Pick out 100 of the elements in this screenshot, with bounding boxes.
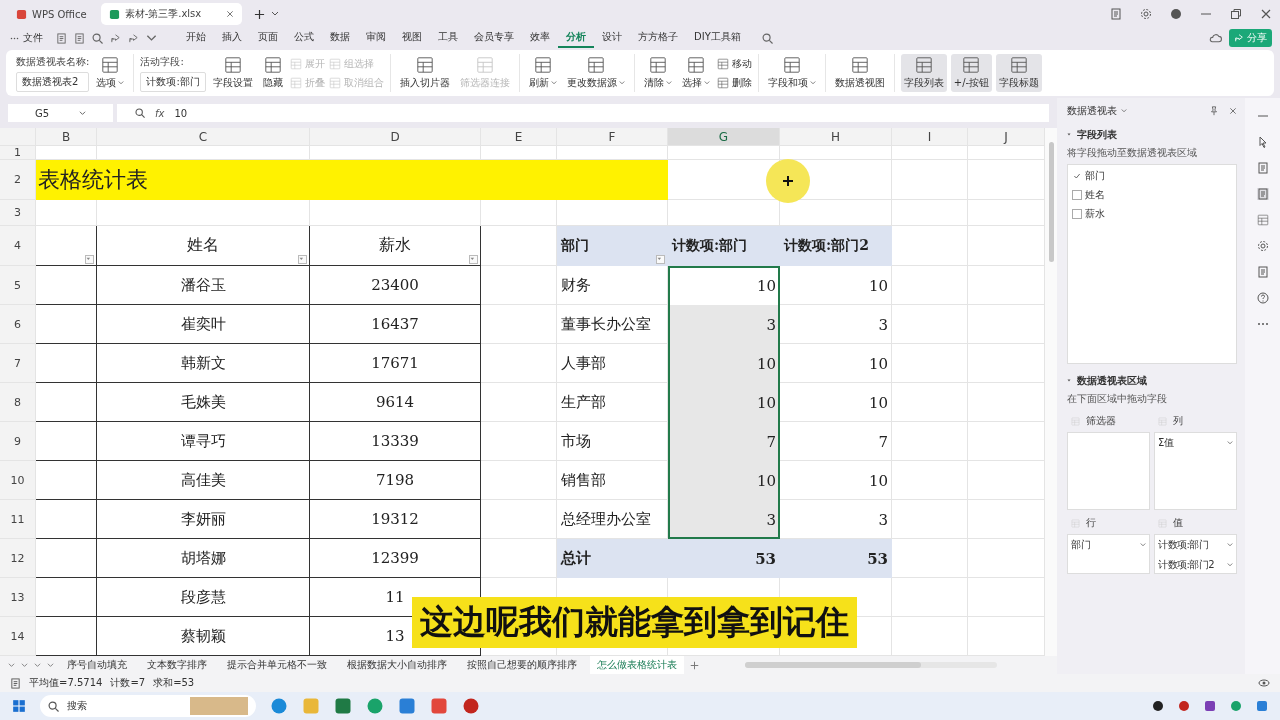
restore-icon[interactable] [1230,8,1242,20]
menu-tab[interactable]: 分析 [558,28,594,48]
menu-tab[interactable]: 方方格子 [630,28,686,48]
ribbon-command[interactable]: 数据透视图 [831,54,888,92]
close-icon[interactable] [1229,107,1237,115]
sheet-tab[interactable]: 怎么做表格统计表 [590,656,684,674]
row-header[interactable]: 1 [0,146,36,160]
close-icon[interactable] [1260,8,1272,20]
start-icon[interactable] [12,699,26,713]
avatar-icon[interactable] [1170,8,1182,20]
name-box[interactable]: G5 [8,104,113,122]
sheet-tab[interactable]: 根据数据大小自动排序 [340,656,454,674]
ribbon-command[interactable]: 更改数据源 [563,54,628,92]
new-tab-icon[interactable] [253,8,265,20]
column-header[interactable]: C [97,128,310,146]
next-sheet-icon[interactable] [34,661,41,669]
filter-dropdown-icon[interactable] [656,255,665,264]
section-toggle[interactable]: 数据透视表区域 [1067,374,1237,388]
window-tab[interactable]: 素材-第三季.xlsx [100,3,242,25]
menu-tab[interactable]: 设计 [594,28,630,48]
menu-tab[interactable]: 开始 [178,28,214,48]
pin-icon[interactable] [1209,106,1219,116]
ribbon-command[interactable]: 字段和项 [764,54,819,92]
checkbox[interactable] [1072,190,1082,200]
input-field[interactable]: 数据透视表2 [16,71,90,92]
ribbon-command[interactable]: 插入切片器 [396,54,453,92]
column-header[interactable]: J [968,128,1045,146]
row-header[interactable]: 3 [0,200,36,226]
ribbon-command[interactable]: 隐藏 [259,54,286,92]
last-sheet-icon[interactable] [47,661,54,669]
ribbon-command[interactable]: 选项 [93,54,128,92]
record-icon[interactable] [1178,700,1190,712]
row-header[interactable]: 7 [0,344,36,383]
section-toggle[interactable]: 字段列表 [1067,128,1237,142]
field-label[interactable]: 部门 [1085,169,1105,183]
field-label[interactable]: 姓名 [1085,188,1105,202]
menu-tab[interactable]: 插入 [214,28,250,48]
row-header[interactable]: 9 [0,422,36,461]
column-header[interactable]: G [668,128,780,146]
previous-sheet-icon[interactable] [21,661,28,669]
input-field[interactable]: 计数项:部门 [140,71,206,92]
column-header[interactable]: E [481,128,557,146]
settings-icon[interactable] [1140,8,1152,20]
cloud-icon[interactable] [1209,31,1222,45]
menu-tab[interactable]: 公式 [286,28,322,48]
close-icon[interactable] [225,10,234,18]
row-header[interactable]: 4 [0,226,36,266]
toggle-button[interactable]: 字段标题 [996,54,1043,92]
caret-icon[interactable] [270,10,279,18]
sheet-tab[interactable]: 序号自动填充 [60,656,134,674]
scrollbar-thumb[interactable] [745,662,922,668]
menu-tab[interactable]: 数据 [322,28,358,48]
row-header[interactable]: 5 [0,266,36,305]
tools-icon[interactable] [1256,240,1269,252]
filter-dropdown-icon[interactable] [85,255,94,264]
ribbon-command[interactable]: 移动 [716,56,752,71]
checkbox[interactable] [1072,209,1082,219]
app-icon[interactable] [1204,700,1216,712]
ribbon-command[interactable]: 删除 [716,75,752,90]
menu-tab[interactable]: 页面 [250,28,286,48]
ribbon-command[interactable]: 字段设置 [209,54,256,92]
list-icon[interactable] [1256,162,1269,174]
add-sheet-icon[interactable] [690,660,699,670]
row-header[interactable]: 10 [0,461,36,500]
column-header[interactable]: F [557,128,668,146]
help-icon[interactable] [1256,292,1269,304]
formula-input[interactable]: 10 [174,107,188,119]
sheet-tab[interactable]: 按照自己想要的顺序排序 [460,656,584,674]
menu-tab[interactable]: 视图 [394,28,430,48]
app-icon[interactable] [1256,700,1268,712]
first-sheet-icon[interactable] [8,661,15,669]
column-header[interactable]: D [310,128,481,146]
row-header[interactable]: 13 [0,578,36,617]
row-header[interactable]: 8 [0,383,36,422]
file-menu[interactable]: 文件 [10,31,43,45]
zoom-icon[interactable] [135,108,145,118]
panel-title-dropdown[interactable]: 数据透视表 [1067,104,1127,118]
filter-dropdown-icon[interactable] [298,255,307,264]
area-field-dropdown[interactable]: 部门 [1070,537,1147,553]
search-icon[interactable] [761,32,773,44]
menu-tab[interactable]: 审阅 [358,28,394,48]
eye-icon[interactable] [1258,677,1270,689]
sheet-tab[interactable]: 提示合并单元格不一致 [220,656,334,674]
ribbon-command[interactable]: 刷新 [525,54,560,92]
sheet-tab[interactable]: 文本数字排序 [140,656,214,674]
search-field[interactable]: 搜索 [40,695,256,717]
record-icon[interactable] [462,697,480,715]
area-field-dropdown[interactable]: Σ值 [1157,435,1234,451]
row-header[interactable]: 12 [0,539,36,578]
row-header[interactable]: 6 [0,305,36,344]
menu-tab[interactable]: 效率 [522,28,558,48]
toggle-button[interactable]: +/-按钮 [950,54,993,92]
filter-dropdown-icon[interactable] [469,255,478,264]
function-label[interactable]: fx [155,107,165,119]
menu-tab[interactable]: DIY工具箱 [686,28,749,48]
column-header[interactable]: I [892,128,968,146]
field-label[interactable]: 薪水 [1085,207,1105,221]
menu-tab[interactable]: 工具 [430,28,466,48]
row-header[interactable]: 11 [0,500,36,539]
toggle-button[interactable]: 字段列表 [900,54,947,92]
